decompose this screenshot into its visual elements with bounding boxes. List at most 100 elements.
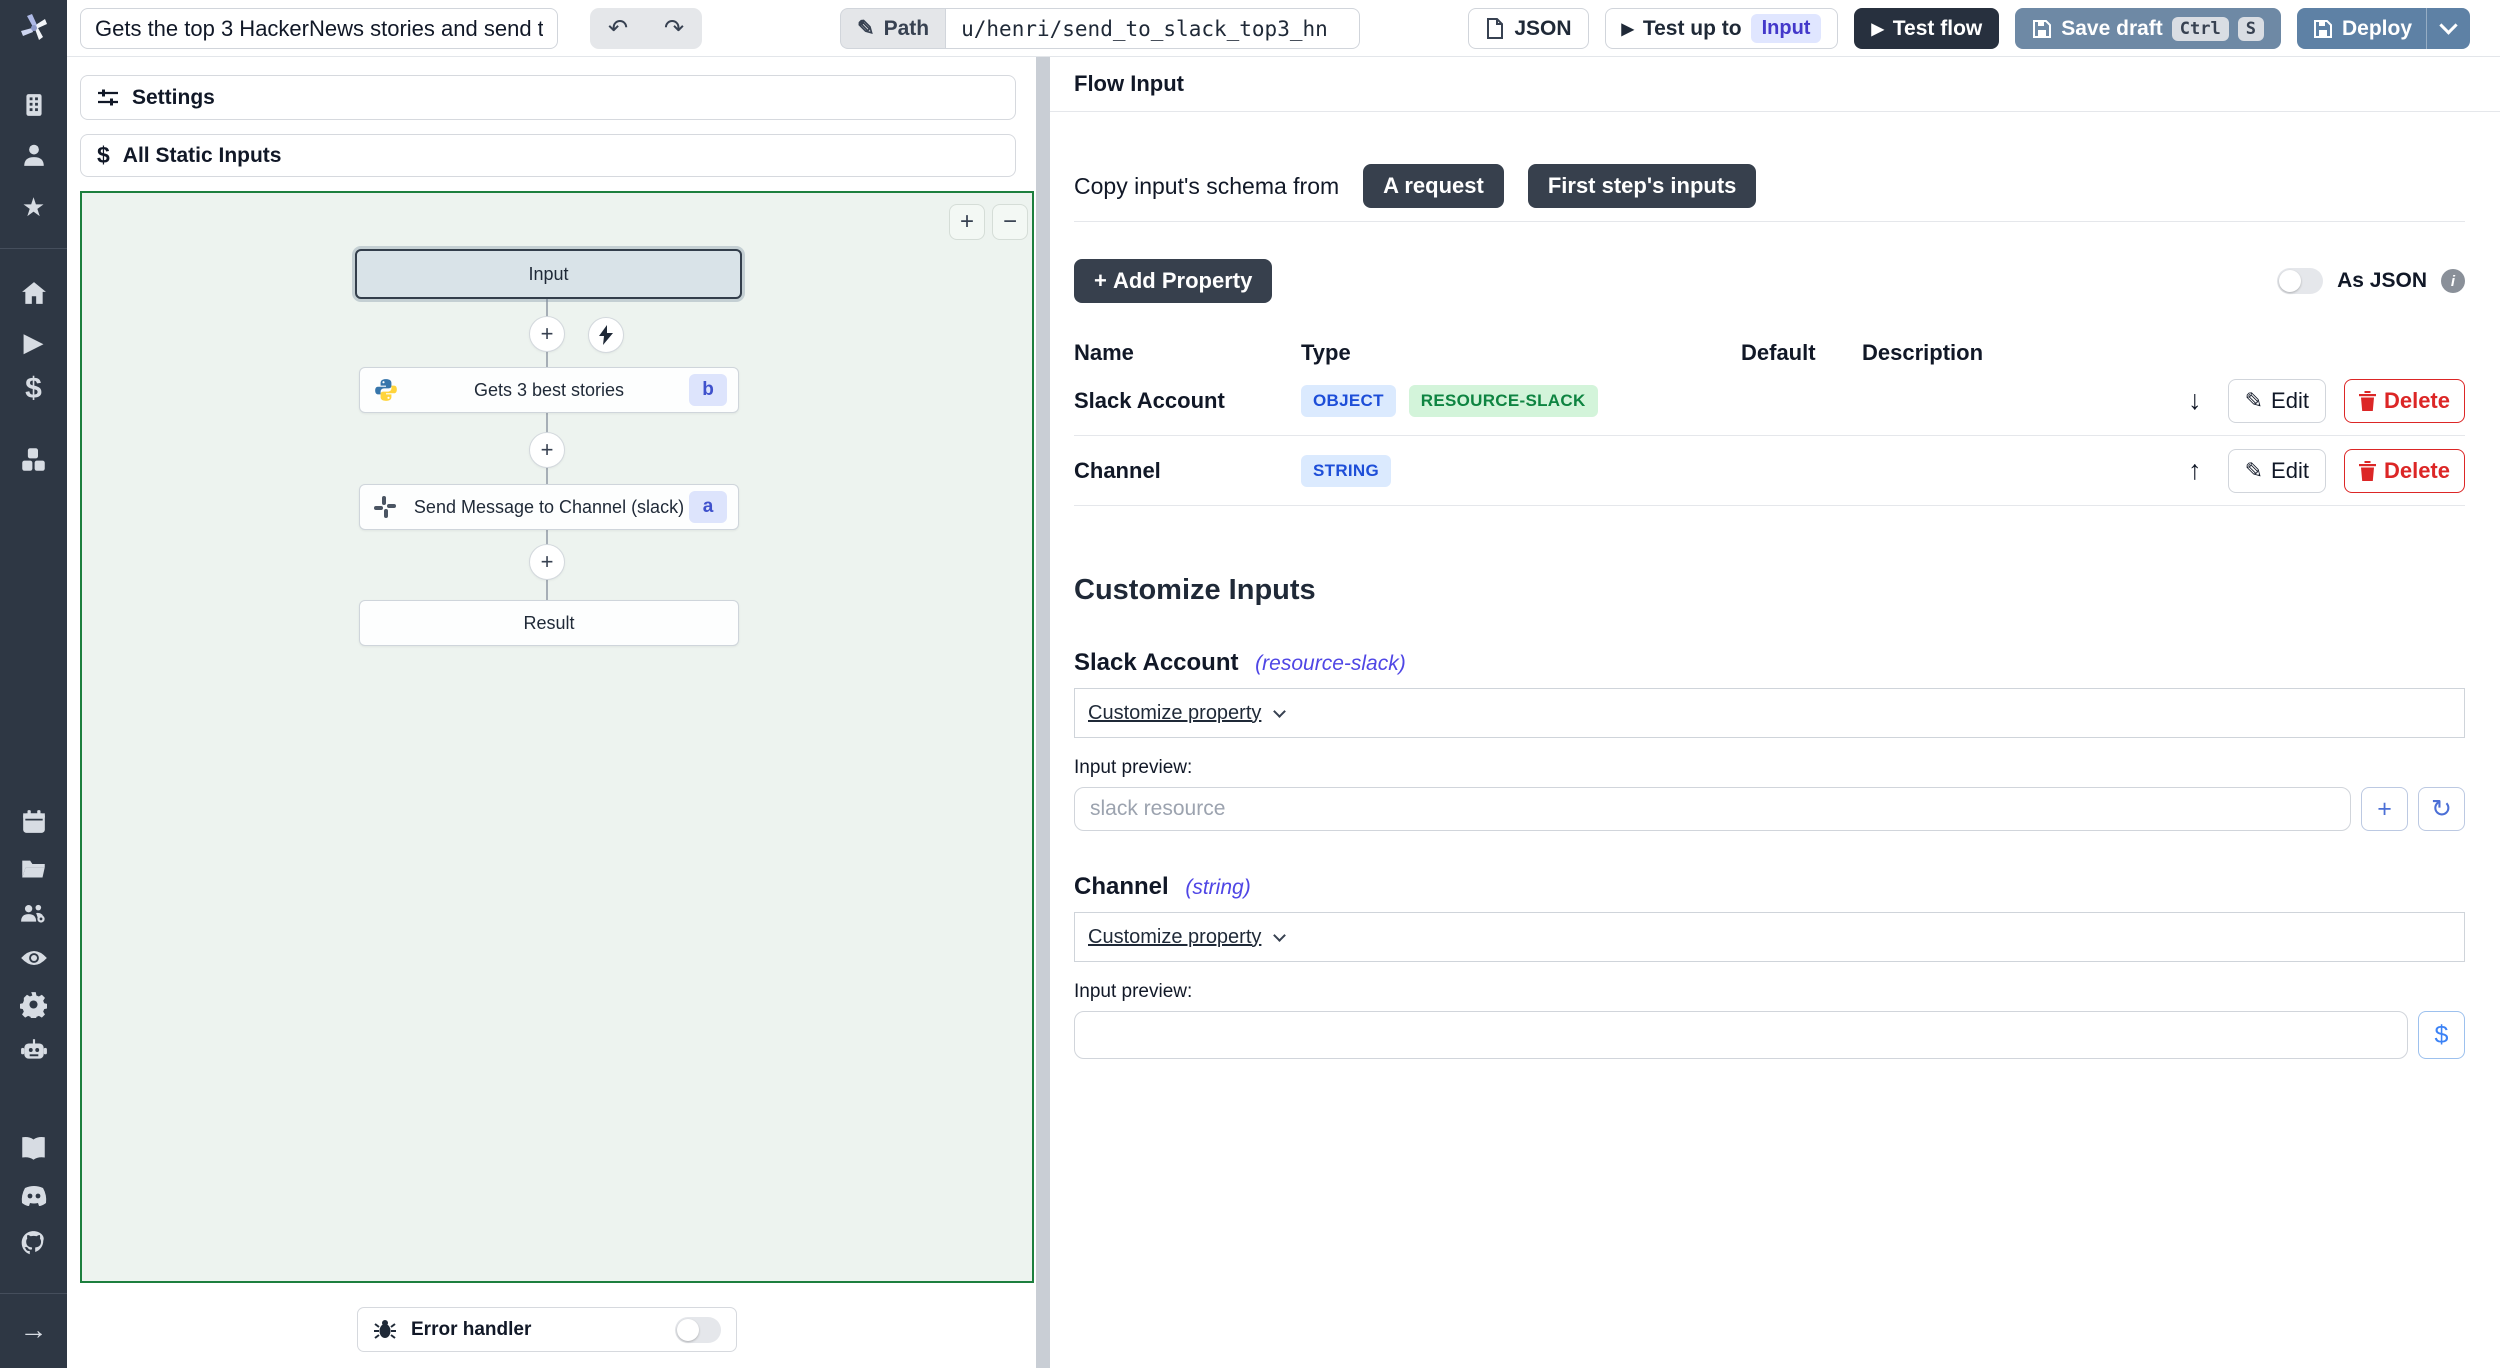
test-up-to-label: Test up to: [1642, 16, 1742, 40]
copy-schema-label: Copy input's schema from: [1074, 172, 1340, 199]
flow-node-step-b[interactable]: Gets 3 best stories b: [359, 367, 739, 413]
sidebar-item-groups[interactable]: [0, 893, 67, 933]
deploy-group: Deploy: [2296, 8, 2470, 49]
customize-property-box: Customize property: [1074, 688, 2465, 738]
chevron-down-icon: [1273, 704, 1287, 718]
add-resource-button[interactable]: +: [2361, 787, 2408, 831]
windmill-logo[interactable]: [0, 0, 67, 57]
zoom-out-button[interactable]: −: [992, 204, 1028, 240]
add-trigger-button[interactable]: [588, 317, 624, 353]
discord-icon: [21, 1186, 46, 1206]
input-preview-label: Input preview:: [1074, 757, 1193, 778]
settings-button[interactable]: Settings: [80, 75, 1016, 120]
copy-schema-first-step-button[interactable]: First step's inputs: [1527, 164, 1757, 208]
section-heading: Slack Account (resource-slack): [1074, 649, 2465, 677]
deploy-label: Deploy: [2341, 16, 2412, 40]
col-default: Default: [1741, 340, 1816, 365]
sidebar-item-workers[interactable]: [0, 1030, 67, 1070]
book-icon: [22, 1136, 45, 1160]
sidebar-item-resources[interactable]: [0, 439, 67, 479]
path-input[interactable]: [945, 8, 1361, 49]
section-name: Channel: [1074, 873, 1169, 900]
zoom-in-button[interactable]: +: [949, 204, 985, 240]
insert-variable-button[interactable]: $: [2418, 1011, 2465, 1059]
flow-canvas[interactable]: + − Input + Gets 3 best stories b + Send: [80, 191, 1034, 1283]
flow-title-input[interactable]: [80, 8, 558, 49]
as-json-toggle[interactable]: [2277, 268, 2324, 294]
copy-schema-request-button[interactable]: A request: [1363, 164, 1504, 208]
flow-node-step-a[interactable]: Send Message to Channel (slack) a: [359, 484, 739, 530]
sidebar-item-discord[interactable]: [0, 1176, 67, 1216]
save-draft-label: Save draft: [2061, 16, 2163, 40]
insert-step-button[interactable]: +: [529, 316, 565, 352]
type-badge: RESOURCE-SLACK: [1408, 384, 1598, 417]
sidebar-item-audit-logs[interactable]: [0, 938, 67, 978]
chevron-down-icon: [2439, 16, 2458, 35]
slack-account-preview-input[interactable]: [1074, 787, 2351, 831]
sidebar-item-github[interactable]: [0, 1223, 67, 1263]
flow-node-input[interactable]: Input: [355, 249, 742, 299]
path-label-text: Path: [883, 16, 930, 40]
test-flow-button[interactable]: ▶ Test flow: [1854, 8, 2000, 49]
edit-label: Edit: [2271, 457, 2309, 483]
customize-property-toggle[interactable]: Customize property: [1088, 702, 1261, 725]
customize-property-toggle[interactable]: Customize property: [1088, 926, 1261, 949]
json-button[interactable]: JSON: [1468, 8, 1589, 49]
user-icon: [23, 144, 44, 166]
sidebar-item-docs[interactable]: [0, 1128, 67, 1168]
refresh-button[interactable]: ↻: [2418, 787, 2465, 831]
undo-redo-group: ↶ ↷: [590, 8, 702, 49]
move-up-button[interactable]: ↑: [2188, 455, 2202, 486]
sidebar-item-settings[interactable]: [0, 984, 67, 1024]
edit-button[interactable]: ✎ Edit: [2227, 448, 2326, 493]
deploy-dropdown-button[interactable]: [2426, 8, 2470, 49]
sidebar-item-home[interactable]: [0, 273, 67, 313]
undo-button[interactable]: ↶: [590, 8, 646, 49]
building-icon: [25, 94, 42, 116]
sidebar-item-variables[interactable]: $: [0, 369, 67, 409]
error-handler-toggle[interactable]: [675, 1316, 721, 1343]
flow-node-result[interactable]: Result: [359, 600, 739, 646]
plus-icon: +: [540, 437, 554, 462]
kbd-s: S: [2237, 16, 2264, 41]
gear-icon: [20, 991, 47, 1018]
add-property-label: Add Property: [1112, 268, 1253, 293]
sidebar-item-workspace[interactable]: [0, 85, 67, 125]
table-header-row: Name Type Default Description: [1074, 340, 2465, 366]
save-draft-button[interactable]: Save draft Ctrl S: [2015, 8, 2281, 49]
play-icon: ▶: [1621, 20, 1634, 38]
divider: [1074, 221, 2465, 222]
sidebar-item-user[interactable]: [0, 135, 67, 175]
plus-icon: +: [540, 549, 554, 574]
move-down-button[interactable]: ↓: [2188, 385, 2202, 416]
insert-step-button[interactable]: +: [529, 432, 565, 468]
col-description: Description: [1862, 340, 1984, 365]
channel-preview-input[interactable]: [1074, 1011, 2408, 1059]
toggle-knob: [2279, 270, 2302, 292]
folder-icon: [22, 860, 45, 877]
col-name: Name: [1074, 340, 1134, 365]
add-property-button[interactable]: + Add Property: [1074, 259, 1273, 303]
sidebar-item-favorites[interactable]: ★: [0, 187, 67, 227]
calendar-icon: [22, 810, 45, 833]
panel-scrollbar[interactable]: [1036, 57, 1050, 1368]
bug-icon: [374, 1319, 396, 1339]
insert-step-button[interactable]: +: [529, 544, 565, 580]
delete-button[interactable]: Delete: [2343, 378, 2465, 423]
flow-node-input-label: Input: [528, 263, 569, 284]
sidebar-item-schedules[interactable]: [0, 802, 67, 842]
redo-button[interactable]: ↷: [646, 8, 702, 49]
edit-button[interactable]: ✎ Edit: [2227, 378, 2326, 423]
deploy-button[interactable]: Deploy: [2297, 8, 2426, 49]
sidebar-item-runs[interactable]: ▶: [0, 322, 67, 362]
sidebar-collapse-button[interactable]: →: [0, 1310, 67, 1350]
edit-label: Edit: [2271, 387, 2309, 413]
all-static-inputs-button[interactable]: $ All Static Inputs: [80, 134, 1016, 177]
pencil-icon: ✎: [857, 17, 875, 40]
test-up-to-button[interactable]: ▶ Test up to Input: [1604, 8, 1839, 49]
delete-button[interactable]: Delete: [2343, 448, 2465, 493]
error-handler-row[interactable]: Error handler: [357, 1307, 737, 1352]
property-name: Slack Account: [1074, 387, 1225, 413]
sidebar-item-folders[interactable]: [0, 848, 67, 888]
plus-icon: +: [959, 208, 974, 235]
